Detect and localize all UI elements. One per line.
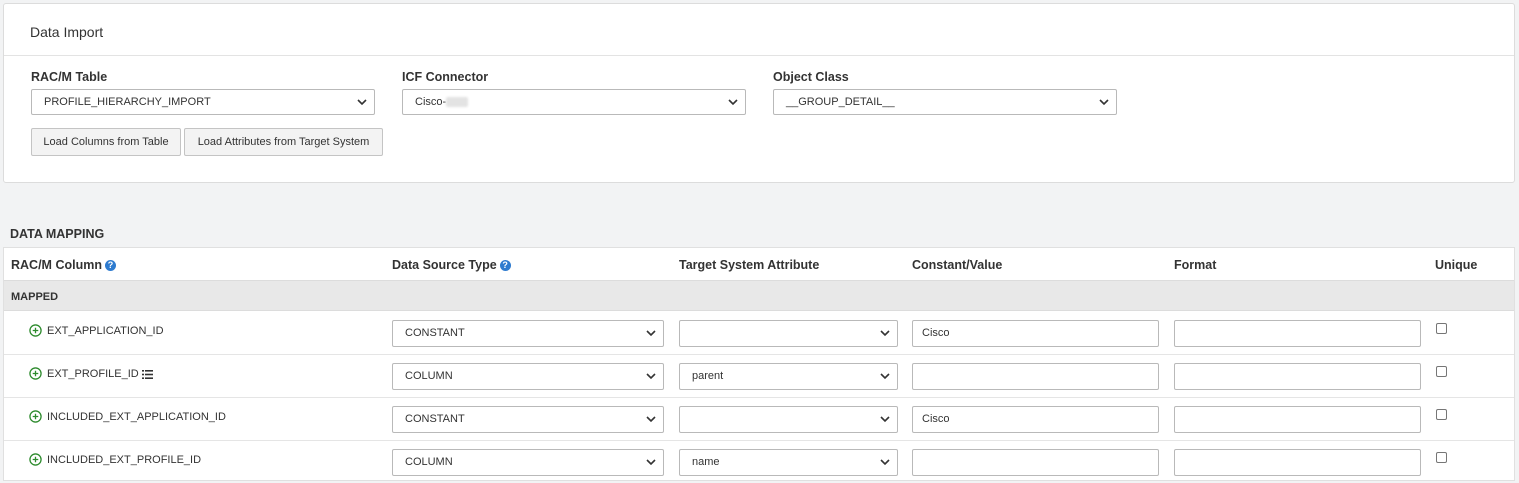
add-circle-icon[interactable] [29,367,42,380]
data-source-type-select[interactable]: CONSTANT [392,406,664,433]
load-columns-button[interactable]: Load Columns from Table [31,128,181,156]
header-target-attribute: Target System Attribute [679,258,820,272]
header-data-source-type-label: Data Source Type [392,258,497,272]
data-source-type-select[interactable]: COLUMN [392,363,664,390]
target-attribute-value: name [692,456,720,468]
unique-checkbox[interactable] [1436,323,1447,334]
unique-checkbox[interactable] [1436,366,1447,377]
chevron-down-icon [880,416,890,423]
format-input[interactable] [1174,320,1421,347]
panel-title: Data Import [30,24,104,40]
racm-column-name: INCLUDED_EXT_APPLICATION_ID [47,411,226,423]
chevron-down-icon [1099,99,1109,106]
constant-value-input[interactable]: Cisco [912,320,1159,347]
racm-table-select[interactable]: PROFILE_HIERARCHY_IMPORT [31,89,375,115]
data-mapping-heading: DATA MAPPING [10,227,105,241]
table-row: INCLUDED_EXT_APPLICATION_ID CONSTANT Cis… [4,398,1514,441]
data-source-type-value: CONSTANT [405,413,465,425]
table-row: EXT_APPLICATION_ID CONSTANT Cisco [4,312,1514,355]
icf-connector-select[interactable]: Cisco- [402,89,746,115]
unique-checkbox[interactable] [1436,409,1447,420]
header-format: Format [1174,258,1217,272]
unique-checkbox[interactable] [1436,452,1447,463]
chevron-down-icon [646,416,656,423]
object-class-label: Object Class [773,70,849,84]
racm-column-name: EXT_PROFILE_ID [47,368,139,380]
constant-value-input[interactable]: Cisco [912,406,1159,433]
chevron-down-icon [357,99,367,106]
target-attribute-select[interactable]: parent [679,363,898,390]
icf-connector-label: ICF Connector [402,70,489,84]
redacted-text [446,97,469,108]
object-class-select[interactable]: __GROUP_DETAIL__ [773,89,1117,115]
header-racm-column-label: RAC/M Column [11,258,102,272]
chevron-down-icon [646,459,656,466]
add-circle-icon[interactable] [29,324,42,337]
header-unique: Unique [1435,258,1478,272]
format-input[interactable] [1174,363,1421,390]
icf-connector-value: Cisco- [415,96,447,108]
chevron-down-icon [646,330,656,337]
target-attribute-select[interactable] [679,406,898,433]
target-attribute-value: parent [692,370,724,382]
racm-column-cell: EXT_PROFILE_ID [47,368,153,380]
racm-table-value: PROFILE_HIERARCHY_IMPORT [44,96,211,108]
group-label: MAPPED [11,291,59,303]
header-racm-column: RAC/M Column? [11,258,116,272]
chevron-down-icon [646,373,656,380]
table-row: EXT_PROFILE_ID COLUMN parent [4,355,1514,398]
chevron-down-icon [880,459,890,466]
chevron-down-icon [728,99,738,106]
load-attributes-button[interactable]: Load Attributes from Target System [184,128,383,156]
constant-value-input[interactable] [912,363,1159,390]
racm-column-name: EXT_APPLICATION_ID [47,325,164,337]
data-source-type-value: CONSTANT [405,327,465,339]
format-input[interactable] [1174,406,1421,433]
target-attribute-select[interactable] [679,320,898,347]
racm-table-label: RAC/M Table [31,70,108,84]
racm-column-name: INCLUDED_EXT_PROFILE_ID [47,454,202,466]
chevron-down-icon [880,330,890,337]
header-data-source-type: Data Source Type? [392,258,511,272]
target-attribute-select[interactable]: name [679,449,898,476]
add-circle-icon[interactable] [29,410,42,423]
help-icon[interactable]: ? [104,260,116,271]
format-input[interactable] [1174,449,1421,476]
data-source-type-value: COLUMN [405,456,453,468]
add-circle-icon[interactable] [29,453,42,466]
panel-divider [4,55,1514,56]
group-row-mapped: MAPPED [4,280,1514,311]
data-source-type-select[interactable]: COLUMN [392,449,664,476]
data-source-type-select[interactable]: CONSTANT [392,320,664,347]
help-icon[interactable]: ? [499,260,511,271]
constant-value-input[interactable] [912,449,1159,476]
header-constant-value: Constant/Value [912,258,1003,272]
table-row: INCLUDED_EXT_PROFILE_ID COLUMN name [4,441,1514,483]
chevron-down-icon [880,373,890,380]
data-source-type-value: COLUMN [405,370,453,382]
data-import-panel: Data Import RAC/M Table PROFILE_HIERARCH… [3,3,1515,183]
data-mapping-grid: RAC/M Column? Data Source Type? Target S… [3,247,1515,481]
list-icon[interactable] [141,370,153,379]
object-class-value: __GROUP_DETAIL__ [786,96,895,108]
